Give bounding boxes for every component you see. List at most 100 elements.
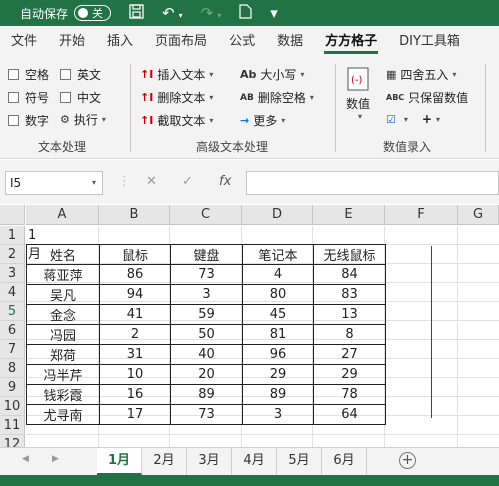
- column-header[interactable]: D: [242, 205, 313, 225]
- table-cell[interactable]: 冯半芹: [26, 364, 100, 385]
- sheet-tab-mar[interactable]: 3月: [187, 448, 232, 475]
- checkbox-number[interactable]: 数字: [8, 112, 49, 129]
- tab-home[interactable]: 开始: [48, 26, 96, 58]
- row-header[interactable]: 12: [0, 435, 25, 447]
- row-header[interactable]: 9: [0, 378, 25, 397]
- tab-diy-toolbox[interactable]: DIY工具箱: [388, 26, 471, 58]
- table-cell[interactable]: 冯园: [26, 324, 100, 345]
- table-cell[interactable]: 8: [313, 324, 386, 345]
- header-cell[interactable]: 姓名: [26, 244, 100, 265]
- checkbox-chinese[interactable]: 中文: [60, 89, 101, 106]
- sheet-tab-apr[interactable]: 4月: [232, 448, 277, 475]
- table-cell[interactable]: 86: [99, 264, 171, 285]
- checkbox-english[interactable]: 英文: [60, 66, 101, 83]
- table-cell[interactable]: 3: [170, 284, 243, 305]
- execute-button[interactable]: ⚙ 执行 ▾: [60, 111, 106, 128]
- insert-function-icon[interactable]: fx: [219, 174, 231, 189]
- table-cell[interactable]: 31: [99, 344, 171, 365]
- table-cell[interactable]: 27: [313, 344, 386, 365]
- table-cell[interactable]: 80: [242, 284, 314, 305]
- column-header[interactable]: F: [385, 205, 458, 225]
- numeric-button[interactable]: (-) 数值 ▾: [346, 66, 370, 121]
- table-cell[interactable]: 41: [99, 304, 171, 325]
- row-header[interactable]: 1: [0, 226, 25, 245]
- cancel-icon[interactable]: ✕: [146, 174, 157, 189]
- sheet-tab-may[interactable]: 5月: [277, 448, 322, 475]
- delete-space-button[interactable]: AB 删除空格 ▾: [240, 89, 314, 106]
- keep-numeric-button[interactable]: ABC 只保留数值: [386, 89, 468, 106]
- table-cell[interactable]: 89: [242, 384, 314, 405]
- column-header[interactable]: B: [99, 205, 170, 225]
- table-cell[interactable]: 89: [170, 384, 243, 405]
- insert-text-button[interactable]: ↑I 插入文本 ▾: [140, 66, 213, 83]
- header-cell[interactable]: 笔记本: [242, 244, 314, 265]
- tab-insert[interactable]: 插入: [96, 26, 144, 58]
- column-header[interactable]: A: [26, 205, 99, 225]
- table-cell[interactable]: 96: [242, 344, 314, 365]
- tab-page-layout[interactable]: 页面布局: [144, 26, 218, 58]
- case-button[interactable]: Ab 大小写 ▾: [240, 66, 304, 83]
- row-header[interactable]: 10: [0, 397, 25, 416]
- name-box[interactable]: I5 ▾: [5, 171, 103, 195]
- row-header[interactable]: 3: [0, 264, 25, 283]
- table-cell[interactable]: 29: [242, 364, 314, 385]
- table-cell[interactable]: 17: [99, 404, 171, 425]
- checkbox-box[interactable]: [8, 115, 19, 126]
- row-header[interactable]: 11: [0, 416, 25, 435]
- table-cell[interactable]: 94: [99, 284, 171, 305]
- table-cell[interactable]: 73: [170, 264, 243, 285]
- save-icon[interactable]: [129, 3, 144, 23]
- table-cell[interactable]: 16: [99, 384, 171, 405]
- autosave-toggle[interactable]: 关: [74, 5, 112, 21]
- select-all-corner[interactable]: [0, 205, 25, 225]
- checkbox-box[interactable]: [60, 69, 71, 80]
- tab-data[interactable]: 数据: [266, 26, 314, 58]
- table-cell[interactable]: 郑荷: [26, 344, 100, 365]
- table-cell[interactable]: 81: [242, 324, 314, 345]
- table-cell[interactable]: 29: [313, 364, 386, 385]
- round-button[interactable]: ▦ 四舍五入 ▾: [386, 66, 456, 83]
- table-cell[interactable]: 78: [313, 384, 386, 405]
- header-cell[interactable]: 键盘: [170, 244, 243, 265]
- table-cell[interactable]: 蒋亚萍: [26, 264, 100, 285]
- tab-formulas[interactable]: 公式: [218, 26, 266, 58]
- confirm-icon[interactable]: ✓: [182, 174, 193, 189]
- table-cell[interactable]: 73: [170, 404, 243, 425]
- table-cell[interactable]: 59: [170, 304, 243, 325]
- checklist-button[interactable]: ☑ ▾ + ▾: [386, 112, 440, 126]
- column-header[interactable]: C: [170, 205, 242, 225]
- table-cell[interactable]: 64: [313, 404, 386, 425]
- chevron-right-icon[interactable]: ▶: [52, 454, 59, 464]
- column-header[interactable]: G: [458, 205, 499, 225]
- table-cell[interactable]: 尤寻南: [26, 404, 100, 425]
- checkbox-box[interactable]: [8, 69, 19, 80]
- chevron-down-icon[interactable]: ▾: [92, 172, 96, 194]
- checkbox-space[interactable]: 空格: [8, 66, 49, 83]
- row-header[interactable]: 6: [0, 321, 25, 340]
- table-cell[interactable]: 45: [242, 304, 314, 325]
- row-header[interactable]: 2: [0, 245, 25, 264]
- checkbox-box[interactable]: [60, 92, 71, 103]
- table-cell[interactable]: 3: [242, 404, 314, 425]
- table-cell[interactable]: 吴凡: [26, 284, 100, 305]
- table-cell[interactable]: 10: [99, 364, 171, 385]
- sheet-tab-jun[interactable]: 6月: [322, 448, 367, 475]
- tab-fangfangezi[interactable]: 方方格子: [314, 26, 388, 58]
- checkbox-symbol[interactable]: 符号: [8, 89, 49, 106]
- delete-text-button[interactable]: ↑I 删除文本 ▾: [140, 89, 213, 106]
- extract-text-button[interactable]: ↑I 截取文本 ▾: [140, 112, 213, 129]
- document-icon[interactable]: [239, 3, 252, 23]
- sheet-tab-jan[interactable]: 1月: [97, 448, 142, 475]
- table-cell[interactable]: 金念: [26, 304, 100, 325]
- sheet-tab-feb[interactable]: 2月: [142, 448, 187, 475]
- table-cell[interactable]: 20: [170, 364, 243, 385]
- tab-file[interactable]: 文件: [0, 26, 48, 58]
- add-sheet-icon[interactable]: +: [399, 452, 416, 469]
- formula-input[interactable]: [246, 171, 499, 195]
- table-cell[interactable]: 4: [242, 264, 314, 285]
- checkbox-box[interactable]: [8, 92, 19, 103]
- header-cell[interactable]: 无线鼠标: [313, 244, 386, 265]
- column-header[interactable]: E: [313, 205, 385, 225]
- row-header-selected[interactable]: 5: [0, 302, 25, 321]
- more-button[interactable]: → 更多 ▾: [240, 112, 285, 129]
